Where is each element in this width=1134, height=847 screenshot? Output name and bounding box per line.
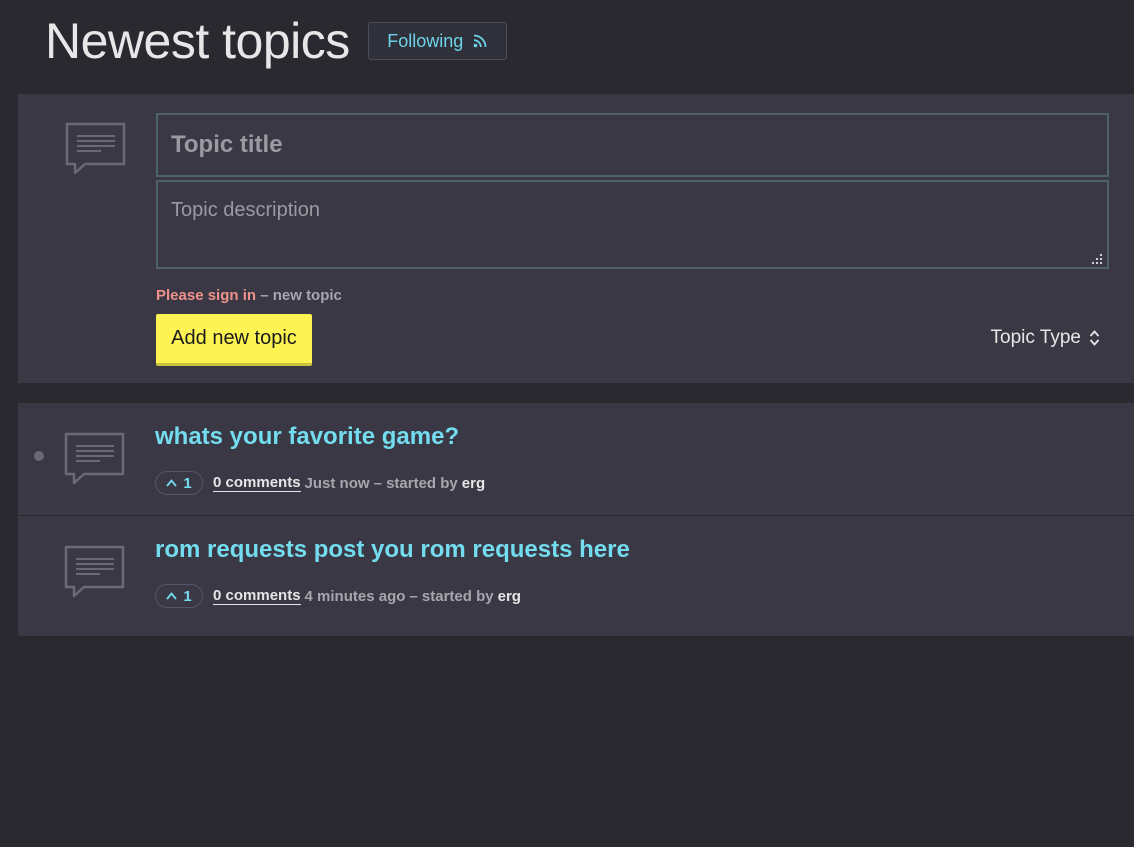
page-header: Newest topics Following	[45, 10, 507, 72]
signin-prompt-suffix: – new topic	[256, 287, 342, 304]
upvote-caret-icon	[166, 479, 178, 487]
topic-item: rom requests post you rom requests here …	[18, 516, 1134, 628]
comment-bubble-icon	[65, 122, 126, 175]
rss-icon	[473, 34, 487, 48]
topics-list: whats your favorite game? 1 0 comments J…	[18, 403, 1134, 636]
resize-grip-icon[interactable]	[1092, 254, 1102, 264]
sort-chevrons-icon	[1089, 330, 1100, 346]
topic-item: whats your favorite game? 1 0 comments J…	[18, 403, 1134, 516]
following-button[interactable]: Following	[367, 22, 507, 60]
topic-author[interactable]: erg	[498, 588, 521, 605]
comments-link[interactable]: 0 comments	[213, 474, 301, 492]
signin-link[interactable]: Please sign in	[156, 287, 256, 304]
following-label: Following	[387, 30, 464, 51]
upvote-button[interactable]: 1	[155, 471, 203, 495]
started-by-text: – started by	[409, 587, 494, 605]
topic-type-selector[interactable]: Topic Type	[991, 327, 1100, 349]
topic-title-link[interactable]: rom requests post you rom requests here	[155, 536, 630, 564]
signin-prompt: Please sign in – new topic	[156, 287, 342, 304]
topic-title-input[interactable]	[156, 113, 1109, 177]
unread-indicator	[34, 451, 44, 461]
topic-author[interactable]: erg	[462, 475, 485, 492]
topic-type-label: Topic Type	[990, 327, 1081, 348]
topic-title-link[interactable]: whats your favorite game?	[155, 423, 459, 451]
add-new-topic-button[interactable]: Add new topic	[156, 314, 312, 366]
topic-time: 4 minutes ago	[304, 587, 406, 605]
topic-time: Just now	[304, 474, 370, 492]
upvote-caret-icon	[166, 592, 178, 600]
topic-meta: 1 0 comments Just now – started by erg	[155, 471, 485, 495]
upvote-button[interactable]: 1	[155, 584, 203, 608]
started-by-text: – started by	[373, 474, 458, 492]
topic-description-input[interactable]	[156, 180, 1109, 269]
comments-link[interactable]: 0 comments	[213, 587, 301, 605]
topic-meta: 1 0 comments 4 minutes ago – started by …	[155, 584, 521, 608]
new-topic-composer: Please sign in – new topic Add new topic…	[18, 94, 1134, 383]
page-title: Newest topics	[45, 13, 350, 69]
vote-count: 1	[183, 587, 192, 605]
comment-bubble-icon	[64, 545, 125, 598]
comment-bubble-icon	[64, 432, 125, 485]
vote-count: 1	[183, 474, 192, 492]
